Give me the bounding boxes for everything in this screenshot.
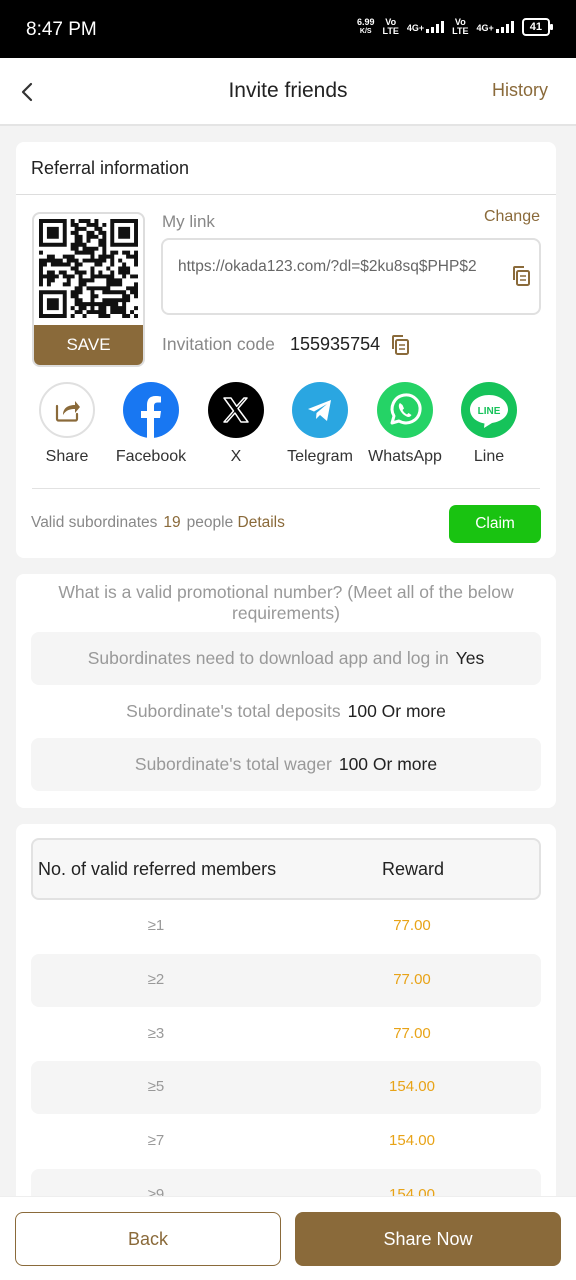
divider	[32, 488, 540, 489]
telegram-icon	[292, 382, 348, 438]
requirement-question: Subordinate's total wager	[134, 754, 332, 774]
reward-table-header: No. of valid referred members Reward	[31, 838, 541, 900]
requirement-row: Subordinates need to download app and lo…	[31, 632, 541, 685]
members-cell: ≥1	[147, 917, 165, 934]
share-label: Share	[45, 448, 89, 465]
x-label: X	[230, 448, 242, 465]
page-title: Invite friends	[228, 79, 348, 102]
valid-subordinates: Valid subordinates 19 people Details	[31, 514, 285, 532]
share-option-facebook[interactable]: Facebook	[105, 382, 197, 466]
referral-section-title: Referral information	[16, 142, 556, 195]
reward-cell: 77.00	[393, 971, 431, 988]
whatsapp-icon	[377, 382, 433, 438]
share-option-x[interactable]: X	[190, 382, 282, 466]
requirement-answer: Yes	[455, 648, 485, 668]
change-link-button[interactable]: Change	[484, 208, 540, 226]
qr-code	[39, 219, 138, 318]
requirement-answer: 100 Or more	[338, 754, 438, 774]
line-label: Line	[473, 448, 505, 465]
claim-button[interactable]: Claim	[449, 505, 541, 543]
members-cell: ≥3	[147, 1025, 165, 1042]
reward-cell: 77.00	[393, 917, 431, 934]
signal-1-icon: 4G+	[407, 21, 445, 33]
status-icons: 6.99 K/S Vo LTE 4G+ Vo LTE 4G+ 41	[357, 17, 554, 36]
requirement-question: Subordinates need to download app and lo…	[87, 648, 449, 668]
volte-2: Vo LTE	[452, 17, 469, 36]
back-button[interactable]: Back	[15, 1212, 281, 1266]
valid-subordinates-unit: people	[186, 514, 234, 531]
history-link[interactable]: History	[492, 80, 548, 101]
requirement-answer: 100 Or more	[347, 701, 446, 721]
my-link-label: My link	[162, 212, 215, 231]
invitation-code-value: 155935754	[290, 334, 381, 354]
details-link[interactable]: Details	[238, 514, 285, 531]
members-column-header: No. of valid referred members	[38, 859, 277, 879]
share-option-whatsapp[interactable]: WhatsApp	[359, 382, 451, 466]
bottom-action-bar: Back Share Now	[0, 1196, 576, 1280]
qr-code-panel: SAVE	[32, 212, 145, 367]
reward-table-card: No. of valid referred members Reward ≥1 …	[16, 824, 556, 1244]
requirement-row: Subordinate's total deposits 100 Or more	[31, 685, 541, 738]
x-icon	[208, 382, 264, 438]
share-option-share[interactable]: Share	[21, 382, 113, 466]
whatsapp-label: WhatsApp	[368, 448, 442, 465]
share-now-button[interactable]: Share Now	[295, 1212, 561, 1266]
requirements-title: What is a valid promotional number? (Mee…	[58, 582, 514, 623]
requirement-question: Subordinate's total deposits	[126, 701, 341, 721]
reward-cell: 154.00	[389, 1132, 435, 1149]
table-row: ≥5 154.00	[31, 1061, 541, 1114]
table-row: ≥1 77.00	[31, 900, 541, 953]
requirement-row: Subordinate's total wager 100 Or more	[31, 738, 541, 791]
volte-1: Vo LTE	[382, 17, 399, 36]
invitation-code-label: Invitation code	[162, 334, 275, 354]
share-option-line[interactable]: LINE Line	[443, 382, 535, 466]
members-cell: ≥5	[147, 1078, 165, 1095]
save-qr-button[interactable]: SAVE	[34, 325, 143, 365]
requirements-card: What is a valid promotional number? (Mee…	[16, 574, 556, 808]
table-row: ≥2 77.00	[31, 954, 541, 1007]
app-header: Invite friends History	[0, 58, 576, 126]
share-option-telegram[interactable]: Telegram	[274, 382, 366, 466]
reward-column-header: Reward	[382, 859, 445, 879]
network-speed: 6.99 K/S	[357, 17, 375, 36]
svg-text:LINE: LINE	[478, 406, 501, 417]
status-bar: 8:47 PM 6.99 K/S Vo LTE 4G+ Vo LTE 4G+ 4…	[0, 0, 576, 58]
battery-icon: 41	[521, 18, 554, 36]
valid-subordinates-count: 19	[163, 514, 181, 531]
members-cell: ≥7	[147, 1132, 165, 1149]
facebook-label: Facebook	[115, 448, 187, 465]
referral-link-text: https://okada123.com/?dl=$2ku8sq$PHP$2	[178, 258, 477, 275]
copy-code-icon[interactable]	[390, 334, 410, 361]
referral-card: Referral information SAVE My link Change…	[16, 142, 556, 558]
members-cell: ≥2	[147, 971, 165, 988]
table-row: ≥3 77.00	[31, 1008, 541, 1061]
reward-cell: 77.00	[393, 1025, 431, 1042]
reward-cell: 154.00	[389, 1078, 435, 1095]
referral-link-field[interactable]: https://okada123.com/?dl=$2ku8sq$PHP$2	[161, 238, 541, 315]
line-icon: LINE	[461, 382, 517, 438]
facebook-icon	[123, 382, 179, 438]
status-time: 8:47 PM	[26, 19, 97, 40]
telegram-label: Telegram	[287, 448, 353, 465]
valid-subordinates-label: Valid subordinates	[31, 514, 158, 531]
copy-link-icon[interactable]	[511, 265, 531, 293]
share-icon	[39, 382, 95, 438]
signal-2-icon: 4G+	[476, 21, 514, 33]
share-options: Share Facebook X Telegram WhatsApp LINE …	[16, 382, 556, 472]
table-row: ≥7 154.00	[31, 1115, 541, 1168]
